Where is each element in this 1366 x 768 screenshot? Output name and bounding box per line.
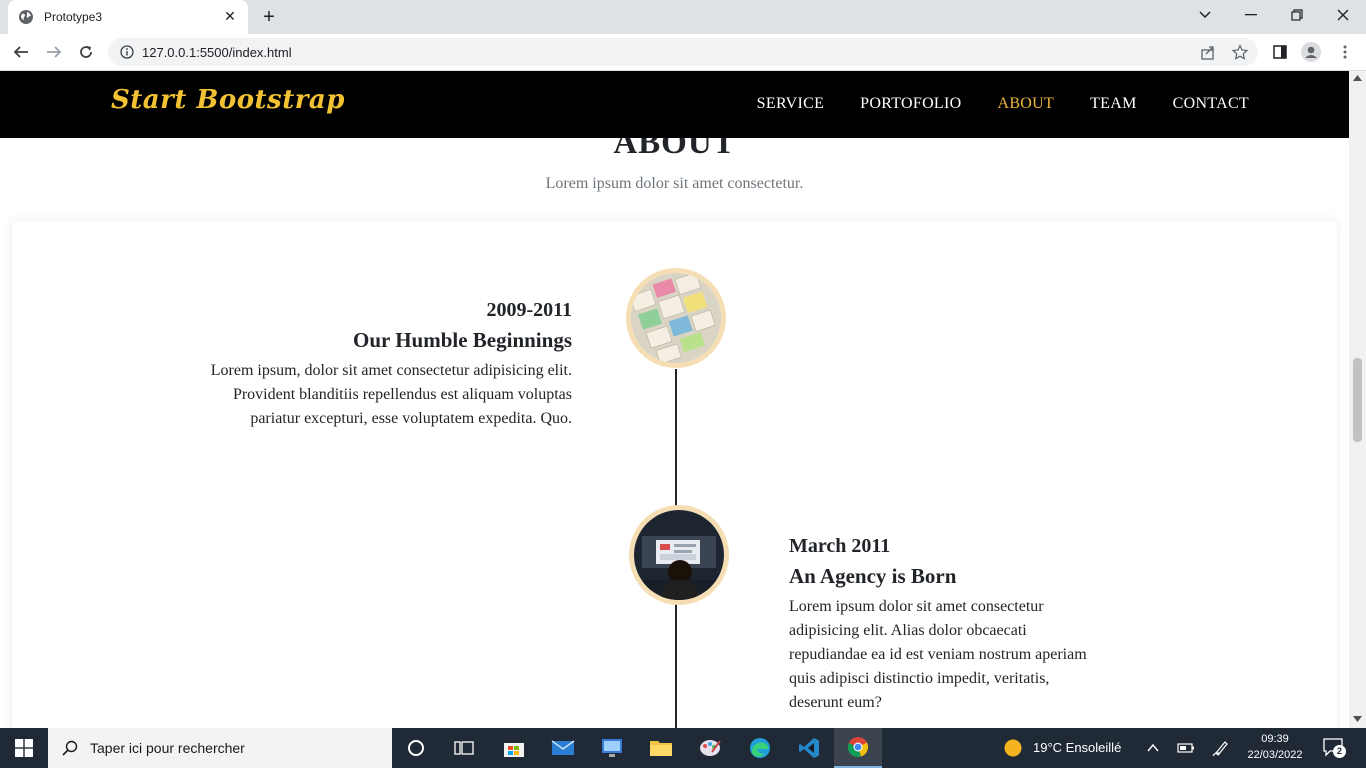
- mail-icon[interactable]: [539, 728, 587, 768]
- kebab-menu-icon[interactable]: [1335, 42, 1355, 62]
- scroll-down-arrow-icon[interactable]: [1353, 716, 1362, 722]
- side-panel-icon[interactable]: [1270, 42, 1290, 62]
- new-tab-button[interactable]: +: [258, 7, 280, 29]
- timeline-heading: An Agency is Born: [789, 564, 957, 588]
- nav-link-portofolio[interactable]: PORTOFOLIO: [860, 95, 961, 113]
- timeline-date: 2009-2011: [486, 299, 572, 321]
- edge-browser-icon[interactable]: [736, 728, 784, 768]
- clock-date: 22/03/2022: [1247, 749, 1303, 761]
- tab-close-icon[interactable]: ✕: [222, 9, 238, 25]
- page-scrollbar[interactable]: [1349, 71, 1366, 728]
- browser-toolbar: 127.0.0.1:5500/index.html: [0, 34, 1366, 71]
- timeline-image-2: [629, 505, 729, 605]
- search-icon: [62, 740, 78, 756]
- microsoft-store-icon[interactable]: [490, 728, 538, 768]
- person-at-monitor-photo: [634, 510, 724, 600]
- windows-taskbar: Taper ici pour rechercher 19°C Ensoleill…: [0, 728, 1366, 768]
- url-text: 127.0.0.1:5500/index.html: [142, 44, 292, 60]
- brand-logo[interactable]: Start Bootstrap: [111, 85, 345, 115]
- about-section-subtitle: Lorem ipsum dolor sit amet consectetur.: [545, 175, 804, 192]
- restore-button[interactable]: [1274, 0, 1320, 30]
- scroll-up-arrow-icon[interactable]: [1353, 75, 1362, 81]
- scroll-thumb[interactable]: [1353, 358, 1362, 442]
- paint-icon[interactable]: [686, 728, 734, 768]
- cortana-icon[interactable]: [392, 728, 440, 768]
- task-view-icon[interactable]: [440, 728, 488, 768]
- system-clock[interactable]: 09:39 22/03/2022: [1240, 731, 1310, 763]
- file-explorer-icon[interactable]: [637, 728, 685, 768]
- notification-icon[interactable]: 2: [1322, 737, 1346, 759]
- profile-avatar-icon[interactable]: [1301, 42, 1321, 62]
- share-icon[interactable]: [1198, 42, 1218, 62]
- timeline-date: March 2011: [789, 535, 891, 557]
- tab-search-chevron-icon[interactable]: [1182, 0, 1228, 30]
- timeline-entry-2: March 2011 An Agency is Born Lorem ipsum…: [789, 535, 1089, 715]
- timeline-body: Lorem ipsum, dolor sit amet consectetur …: [210, 362, 572, 427]
- browser-tab[interactable]: Prototype3 ✕: [8, 0, 248, 34]
- timeline-entry-1: 2009-2011 Our Humble Beginnings Lorem ip…: [190, 299, 572, 431]
- pen-ink-icon[interactable]: [1212, 739, 1230, 761]
- search-placeholder: Taper ici pour rechercher: [90, 740, 245, 756]
- nav-link-about[interactable]: ABOUT: [997, 95, 1054, 113]
- chevron-up-icon[interactable]: [1146, 740, 1160, 759]
- notification-count-badge: 2: [1333, 745, 1346, 758]
- site-navbar: Start Bootstrap SERVICE PORTOFOLIO ABOUT…: [0, 71, 1349, 138]
- vscode-icon[interactable]: [785, 728, 833, 768]
- battery-icon[interactable]: [1177, 740, 1195, 759]
- tab-title: Prototype3: [44, 10, 103, 24]
- globe-icon: [19, 10, 33, 24]
- address-bar[interactable]: 127.0.0.1:5500/index.html: [108, 38, 1258, 66]
- browser-tabstrip: Prototype3 ✕ +: [0, 0, 1366, 34]
- timeline-heading: Our Humble Beginnings: [352, 328, 572, 352]
- nav-link-team[interactable]: TEAM: [1090, 95, 1137, 113]
- chrome-icon[interactable]: [834, 728, 882, 768]
- page-viewport: ABOUT Lorem ipsum dolor sit amet consect…: [0, 71, 1349, 728]
- remote-desktop-icon[interactable]: [588, 728, 636, 768]
- timeline-body: Lorem ipsum dolor sit amet consectetur a…: [789, 598, 1087, 711]
- taskbar-search-input[interactable]: Taper ici pour rechercher: [48, 728, 392, 768]
- windows-start-icon[interactable]: [0, 728, 48, 768]
- back-arrow-icon[interactable]: [9, 40, 33, 64]
- nav-link-service[interactable]: SERVICE: [757, 95, 825, 113]
- close-window-button[interactable]: [1320, 0, 1366, 30]
- bookmark-star-icon[interactable]: [1230, 42, 1250, 62]
- reload-icon[interactable]: [74, 40, 98, 64]
- site-info-icon[interactable]: [120, 45, 134, 59]
- weather-text[interactable]: 19°C Ensoleillé: [1033, 740, 1121, 755]
- sun-weather-icon[interactable]: [1003, 738, 1023, 758]
- nav-link-contact[interactable]: CONTACT: [1173, 95, 1249, 113]
- clock-time: 09:39: [1261, 733, 1289, 745]
- timeline-image-1: [626, 268, 726, 368]
- nav-links: SERVICE PORTOFOLIO ABOUT TEAM CONTACT: [757, 95, 1249, 113]
- forward-arrow-icon[interactable]: [42, 40, 66, 64]
- minimize-button[interactable]: [1228, 0, 1274, 30]
- wireframe-sketches-photo: [631, 273, 721, 363]
